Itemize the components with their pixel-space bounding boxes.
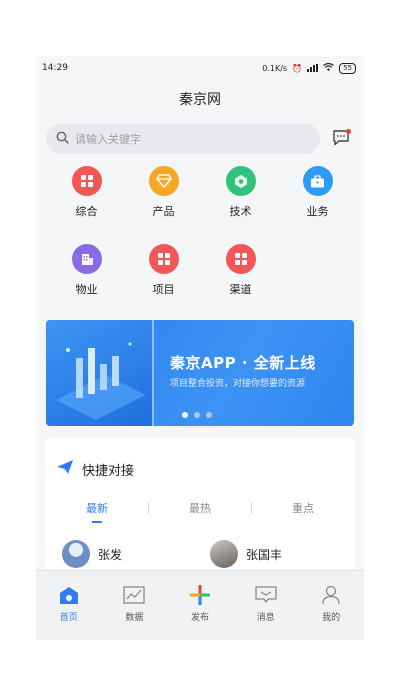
status-icons: 0.1K/s ⏰ 55 xyxy=(262,62,356,74)
alarm-icon: ⏰ xyxy=(292,63,303,73)
home-icon xyxy=(58,585,80,605)
quick-connect-card: 快捷对接 最新 最热 重点 张发 张国丰 xyxy=(46,438,354,578)
grid-icon xyxy=(71,166,102,196)
banner-illustration xyxy=(46,320,154,426)
status-time: 14:29 xyxy=(42,63,68,73)
nav-item[interactable]: 首页 xyxy=(42,585,96,640)
avatar xyxy=(210,540,238,568)
category-label: 产品 xyxy=(152,205,175,218)
search-placeholder: 请输入关键字 xyxy=(75,133,141,146)
category-label: 项目 xyxy=(152,283,175,296)
carousel-dot[interactable] xyxy=(194,412,200,418)
category-item[interactable]: 技术 xyxy=(202,166,279,234)
nav-item[interactable]: 消息 xyxy=(239,585,293,640)
list-item[interactable]: 张发 xyxy=(62,540,190,568)
search-row: 请输入关键字 xyxy=(36,118,364,154)
list-item[interactable]: 张国丰 xyxy=(210,540,338,568)
message-icon xyxy=(254,585,277,605)
wifi-icon xyxy=(323,62,334,73)
tab-hottest[interactable]: 最热 xyxy=(149,500,251,516)
banner-title: 秦京APP · 全新上线 xyxy=(170,354,316,372)
unread-dot xyxy=(346,129,351,134)
network-speed: 0.1K/s xyxy=(262,63,288,73)
person-name: 张发 xyxy=(98,547,123,562)
nav-label: 我的 xyxy=(322,613,341,623)
carousel-dots xyxy=(182,412,212,418)
nav-label: 首页 xyxy=(59,613,78,623)
person-name: 张国丰 xyxy=(246,547,283,562)
search-input[interactable]: 请输入关键字 xyxy=(46,124,320,154)
banner-subtitle: 项目整合投资，对接你想要的资源 xyxy=(170,379,306,389)
status-bar: 14:29 0.1K/s ⏰ 55 xyxy=(36,56,364,80)
battery-icon: 55 xyxy=(339,62,356,74)
quick-connect-tabs: 最新 最热 重点 xyxy=(46,496,354,523)
category-item[interactable]: 项目 xyxy=(125,244,202,312)
app-screen: 14:29 0.1K/s ⏰ 55 秦京网 请输入关键字 综合 产品 技术 业务… xyxy=(36,56,364,640)
promo-banner[interactable]: 秦京APP · 全新上线 项目整合投资，对接你想要的资源 xyxy=(46,320,354,426)
bottom-tab-bar: 首页 数据 发布 消息 我的 xyxy=(36,570,364,640)
nav-label: 消息 xyxy=(256,613,275,623)
tech-icon xyxy=(225,166,256,196)
category-label: 渠道 xyxy=(229,283,252,296)
user-icon xyxy=(320,585,342,605)
quick-connect-header: 快捷对接 xyxy=(46,438,354,482)
category-item[interactable]: 业务 xyxy=(279,166,356,234)
category-item[interactable]: 产品 xyxy=(125,166,202,234)
people-list: 张发 张国丰 xyxy=(46,540,354,568)
tab-key[interactable]: 重点 xyxy=(252,500,354,516)
diamond-icon xyxy=(148,166,179,196)
nav-item[interactable]: 数据 xyxy=(107,585,161,640)
plus-icon xyxy=(189,585,211,605)
nav-item[interactable]: 我的 xyxy=(304,585,358,640)
building-icon xyxy=(71,244,102,274)
category-item[interactable]: 综合 xyxy=(48,166,125,234)
grid-icon xyxy=(225,244,256,274)
category-label: 物业 xyxy=(75,283,98,296)
message-button[interactable] xyxy=(326,124,356,154)
app-header: 秦京网 xyxy=(36,80,364,118)
category-item[interactable]: 物业 xyxy=(48,244,125,312)
page-title: 秦京网 xyxy=(179,92,221,108)
grid-icon xyxy=(148,244,179,274)
category-label: 技术 xyxy=(229,205,252,218)
quick-connect-title: 快捷对接 xyxy=(82,463,135,479)
tab-latest[interactable]: 最新 xyxy=(46,500,148,523)
paper-plane-icon xyxy=(56,459,74,479)
category-grid: 综合 产品 技术 业务物业 项目 渠道 xyxy=(36,154,364,312)
nav-item[interactable]: 发布 xyxy=(173,585,227,640)
carousel-dot[interactable] xyxy=(182,412,188,418)
carousel-dot[interactable] xyxy=(206,412,212,418)
search-icon xyxy=(56,131,69,147)
briefcase-icon xyxy=(302,166,333,196)
avatar xyxy=(62,540,90,568)
nav-label: 发布 xyxy=(190,613,209,623)
nav-label: 数据 xyxy=(125,613,144,623)
chart-icon xyxy=(123,585,146,605)
category-item[interactable]: 渠道 xyxy=(202,244,279,312)
category-label: 综合 xyxy=(75,205,98,218)
category-label: 业务 xyxy=(306,205,329,218)
signal-icon xyxy=(307,64,319,72)
